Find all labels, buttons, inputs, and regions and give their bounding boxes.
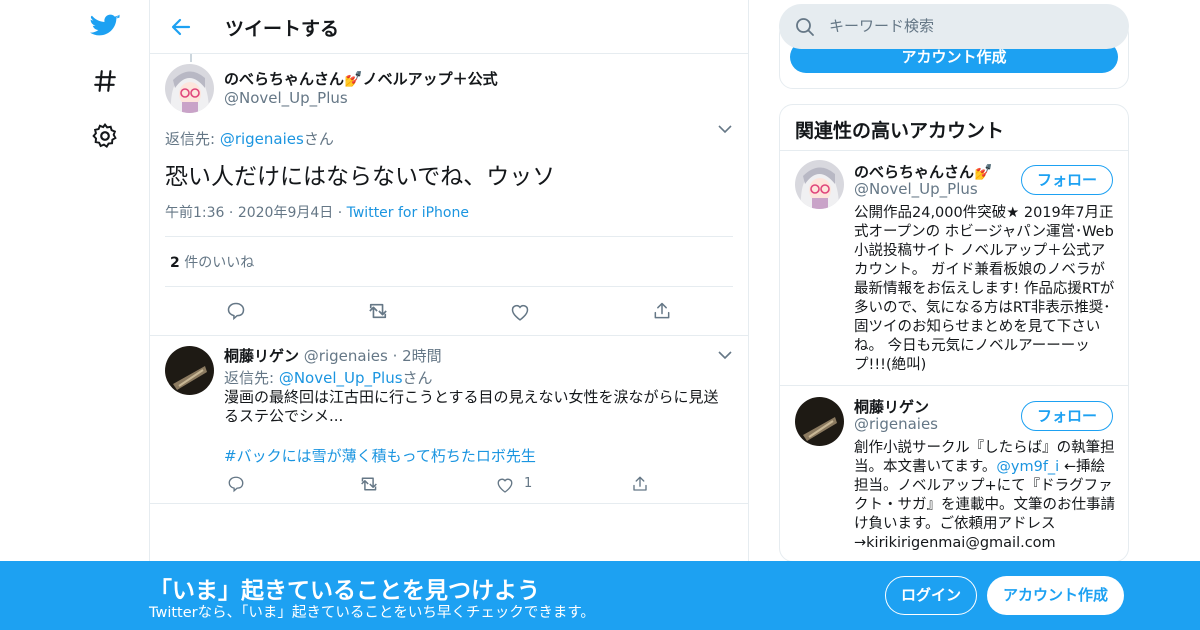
main-tweet: のべらちゃんさん💅ノベルアップ＋公式 @Novel_Up_Plus 返信先: @… [150, 54, 748, 336]
like-icon[interactable] [493, 472, 517, 496]
screen-name[interactable]: @rigenaies [304, 347, 388, 365]
share-icon[interactable] [650, 299, 674, 323]
related-accounts-card: 関連性の高いアカウント のべらちゃんさん💅 @Novel_Up_Plus フォロ… [779, 104, 1129, 562]
reply-to: 返信先: @rigenaiesさん [165, 128, 334, 149]
display-name[interactable]: のべらちゃんさん💅ノベルアップ＋公式 [224, 68, 498, 89]
divider [780, 385, 1128, 386]
account-bio: 創作小説サークル『したらば』の執筆担当。本文書いてます。@ym9f_i ←挿絵担… [854, 439, 1116, 553]
chevron-down-icon[interactable] [716, 346, 734, 364]
gear-icon[interactable] [88, 119, 122, 153]
banner-subtitle: Twitterなら、「いま」起きていることをいち早くチェックできます。 [149, 605, 595, 621]
reply-to-prefix: 返信先: [224, 369, 279, 387]
account-screen-name[interactable]: @Novel_Up_Plus [854, 180, 978, 198]
search-icon [796, 18, 814, 36]
hashtag-link[interactable]: #バックには雪が薄く積もって朽ちたロボ先生 [224, 445, 536, 466]
reply-to-link[interactable]: @Novel_Up_Plus [279, 369, 403, 387]
share-icon[interactable] [628, 472, 652, 496]
tweet-text: 恐い人だけにはならないでね、ウッソ [165, 164, 556, 190]
account-name[interactable]: のべらちゃんさん💅 [854, 161, 993, 182]
left-nav [0, 0, 150, 630]
back-arrow-icon [171, 18, 191, 36]
thread-line [190, 54, 192, 62]
like-icon[interactable] [508, 299, 532, 323]
reply-to-prefix: 返信先: [165, 130, 220, 148]
reply-tweet: 桐藤リゲン @rigenaies · 2時間 返信先: @Novel_Up_Pl… [150, 336, 748, 504]
bio-mention-link[interactable]: @ym9f_i [996, 459, 1059, 475]
likes-number: 2 [170, 255, 180, 271]
like-count: 1 [524, 476, 533, 491]
meta-separator: · [228, 205, 234, 221]
likes-label: 件のいいね [179, 255, 255, 271]
main-column: ツイートする のべらちゃんさん💅ノベルアップ＋公式 @Novel_Up_Plus… [149, 0, 749, 630]
follow-button[interactable]: フォロー [1021, 401, 1113, 431]
reply-to-suffix: さん [303, 130, 334, 148]
banner-title: 「いま」起きていることを見つけよう [149, 578, 540, 604]
account-screen-name[interactable]: @rigenaies [854, 415, 938, 433]
reply-header: 桐藤リゲン @rigenaies · 2時間 [224, 345, 442, 366]
signup-banner: 「いま」起きていることを見つけよう Twitterなら、「いま」起きていることを… [0, 561, 1200, 630]
page-header: ツイートする [150, 0, 748, 54]
account-name[interactable]: 桐藤リゲン [854, 396, 929, 417]
divider [780, 150, 1128, 151]
avatar[interactable] [165, 346, 214, 395]
back-button[interactable] [166, 12, 196, 42]
search-box[interactable] [779, 4, 1129, 49]
related-title: 関連性の高いアカウント [795, 120, 1005, 142]
follow-button[interactable]: フォロー [1021, 165, 1113, 195]
display-name[interactable]: 桐藤リゲン [224, 347, 299, 365]
reply-to-link[interactable]: @rigenaies [220, 130, 304, 148]
tweet-text: 漫画の最終回は江古田に行こうとする目の見えない女性を涙ながらに見送るステ公でシメ… [224, 388, 719, 425]
twitter-logo-icon[interactable] [88, 10, 122, 44]
account-bio: 公開作品24,000件突破★ 2019年7月正式オープンの ホビージャパン運営･… [854, 205, 1115, 373]
meta-separator: · [392, 347, 398, 365]
tweet-source[interactable]: Twitter for iPhone [347, 205, 469, 221]
reply-icon[interactable] [224, 472, 248, 496]
reply-time[interactable]: 2時間 [402, 347, 442, 365]
retweet-icon[interactable] [357, 472, 381, 496]
page-title: ツイートする [225, 18, 340, 40]
divider [165, 236, 733, 237]
tweet-time[interactable]: 午前1:36 [165, 205, 224, 221]
screen-name[interactable]: @Novel_Up_Plus [224, 89, 348, 107]
tweet-date[interactable]: 2020年9月4日 [238, 205, 333, 221]
avatar[interactable] [795, 397, 844, 446]
avatar[interactable] [795, 160, 844, 209]
meta-separator: · [337, 205, 343, 221]
reply-to-suffix: さん [402, 369, 433, 387]
login-button[interactable]: ログイン [885, 576, 977, 615]
avatar[interactable] [165, 64, 214, 113]
signup-button[interactable]: アカウント作成 [987, 576, 1124, 615]
likes-count[interactable]: 2 件のいいね [170, 252, 254, 272]
tweet-meta: 午前1:36 · 2020年9月4日 · Twitter for iPhone [165, 202, 469, 222]
retweet-icon[interactable] [366, 299, 390, 323]
reply-icon[interactable] [224, 299, 248, 323]
search-input[interactable] [829, 17, 1109, 35]
hash-icon[interactable] [88, 64, 122, 98]
divider [165, 286, 733, 287]
reply-to: 返信先: @Novel_Up_Plusさん [224, 367, 433, 388]
chevron-down-icon[interactable] [716, 120, 734, 138]
